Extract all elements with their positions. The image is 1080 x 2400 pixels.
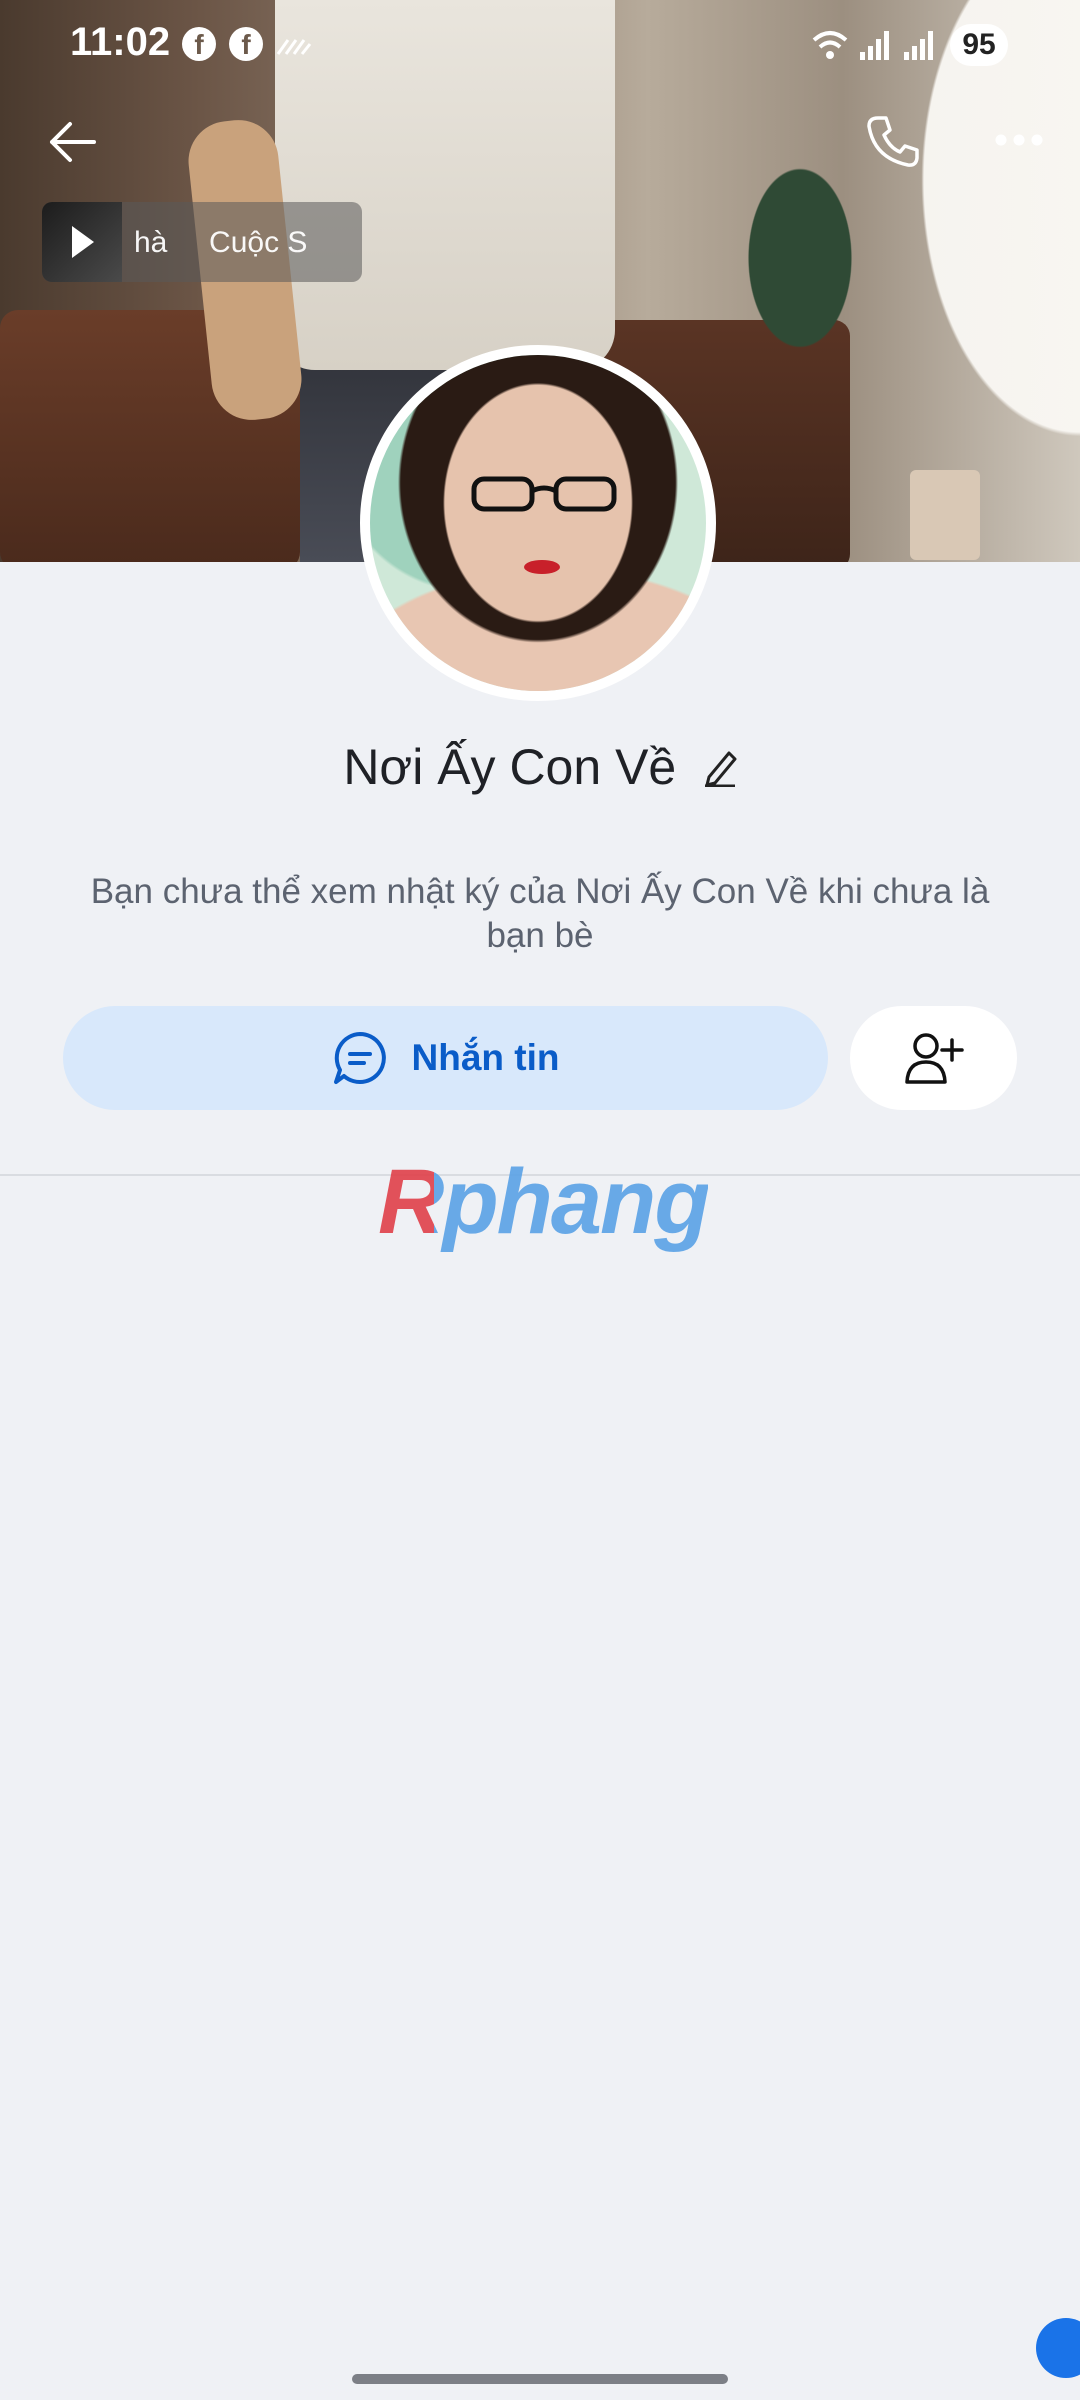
facebook-icon: f <box>229 27 263 61</box>
add-friend-button[interactable] <box>850 1006 1017 1110</box>
profile-name: Nơi Ấy Con Về <box>343 739 677 795</box>
avatar[interactable] <box>360 345 716 701</box>
home-indicator[interactable] <box>352 2374 728 2384</box>
cover-plant <box>720 120 880 350</box>
avatar-lips <box>524 560 560 574</box>
signal-icon <box>904 31 933 60</box>
data-saver-icon <box>276 39 312 55</box>
facebook-icon: f <box>182 27 216 61</box>
status-time: 11:02 <box>70 20 171 64</box>
add-friend-icon <box>904 1033 964 1084</box>
friends-only-notice: Bạn chưa thể xem nhật ký của Nơi Ấy Con … <box>90 872 990 955</box>
message-button-label: Nhắn tin <box>411 1037 560 1078</box>
pencil-icon[interactable] <box>701 747 737 787</box>
chat-icon <box>333 1032 386 1084</box>
watermark-logo: Rphang <box>378 1151 710 1253</box>
arrow-left-icon[interactable] <box>46 116 98 168</box>
floating-chat-bubble[interactable] <box>1036 2318 1080 2378</box>
play-icon[interactable] <box>72 226 94 258</box>
avatar-photo <box>370 355 706 691</box>
message-button[interactable]: Nhắn tin <box>63 1006 828 1110</box>
status-bar: 11:02 f f 95 <box>0 0 1080 90</box>
phone-icon[interactable] <box>864 112 922 170</box>
avatar-glasses <box>471 476 617 512</box>
music-title: hà Cuộc S <box>134 226 308 259</box>
signal-icon <box>860 31 889 60</box>
battery-indicator: 95 <box>950 24 1008 66</box>
more-horizontal-icon[interactable] <box>994 128 1044 152</box>
cover-cup <box>910 470 980 560</box>
wifi-icon <box>812 31 848 59</box>
profile-name-row: Nơi Ấy Con Về <box>0 738 1080 796</box>
profile-music-chip[interactable]: hà Cuộc S <box>42 202 362 282</box>
